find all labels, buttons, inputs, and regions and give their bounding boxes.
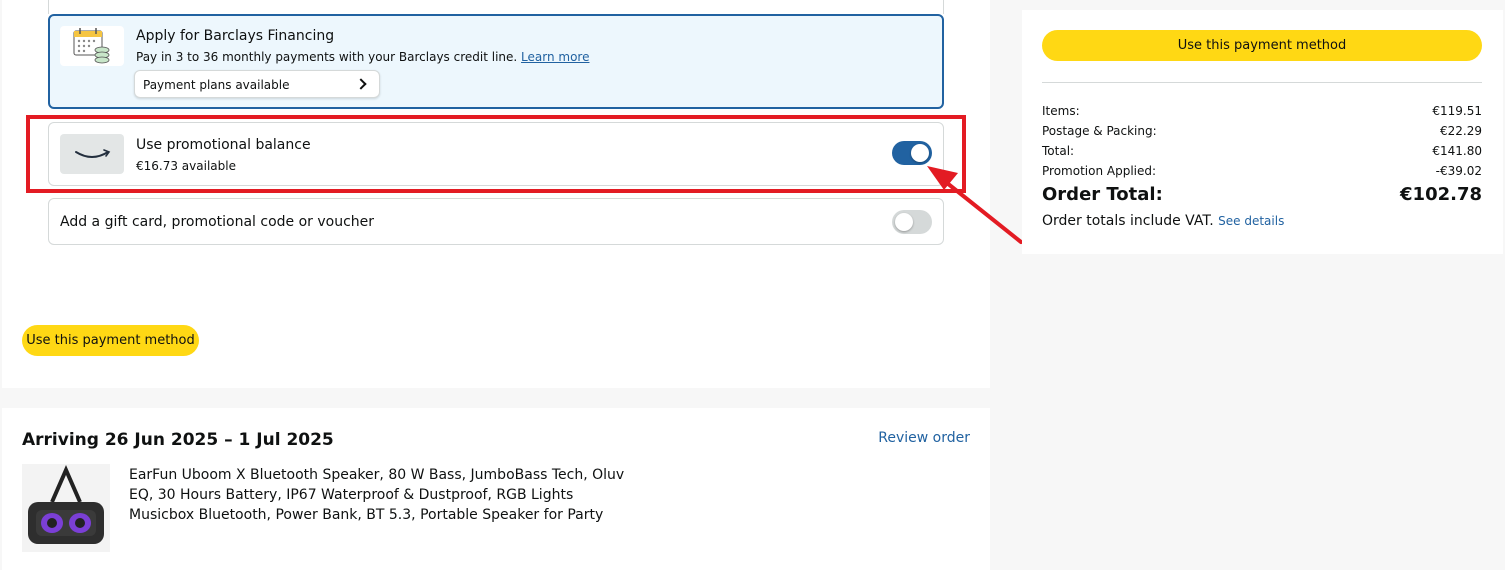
summary-divider [1042,82,1482,83]
financing-subtitle-text: Pay in 3 to 36 monthly payments with you… [136,50,518,64]
summary-label: Total: [1042,144,1075,158]
delivery-card: Arriving 26 Jun 2025 – 1 Jul 2025 Review… [2,408,990,570]
gift-card-option: Add a gift card, promotional code or vou… [48,198,944,245]
annotation-highlight-box [26,115,966,193]
vat-note: Order totals include VAT. See details [1042,213,1284,229]
chevron-right-icon [355,78,367,90]
summary-value: €119.51 [1432,104,1482,118]
barclays-financing-option[interactable]: Apply for Barclays Financing Pay in 3 to… [48,14,944,109]
speaker-image [22,464,110,552]
summary-value: €22.29 [1440,124,1482,138]
order-total-value: €102.78 [1400,184,1482,205]
summary-label: Postage & Packing: [1042,124,1157,138]
use-payment-method-button-summary[interactable]: Use this payment method [1042,30,1482,61]
calendar-coins-icon [60,26,124,66]
summary-value: €141.80 [1432,144,1482,158]
financing-title: Apply for Barclays Financing [136,28,335,44]
summary-label: Items: [1042,104,1080,118]
payment-plans-button[interactable]: Payment plans available [134,70,380,98]
see-details-link[interactable]: See details [1218,214,1284,228]
order-summary-card: Use this payment method Items: €119.51 P… [1022,10,1503,254]
gift-card-toggle[interactable] [892,210,932,234]
vat-note-text: Order totals include VAT. [1042,213,1214,229]
payment-list-border [48,0,944,14]
delivery-date-title: Arriving 26 Jun 2025 – 1 Jul 2025 [22,430,334,450]
gift-card-label: Add a gift card, promotional code or vou… [60,214,375,230]
summary-label: Promotion Applied: [1042,164,1157,178]
toggle-knob [895,213,913,231]
use-payment-method-button[interactable]: Use this payment method [22,325,199,356]
product-title[interactable]: EarFun Uboom X Bluetooth Speaker, 80 W B… [129,465,639,525]
learn-more-link[interactable]: Learn more [521,50,589,64]
summary-value: -€39.02 [1435,164,1482,178]
review-order-link[interactable]: Review order [878,430,970,446]
financing-subtitle: Pay in 3 to 36 monthly payments with you… [136,50,589,64]
payment-plans-label: Payment plans available [143,78,290,92]
order-total-label: Order Total: [1042,184,1163,205]
